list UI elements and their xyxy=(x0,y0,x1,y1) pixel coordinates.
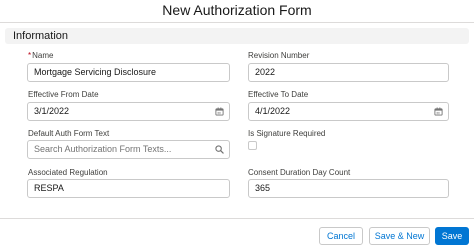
default-auth-form-text-label: Default Auth Form Text xyxy=(28,129,110,138)
associated-regulation-field[interactable]: RESPA xyxy=(27,179,230,198)
calendar-icon[interactable] xyxy=(434,107,443,116)
effective-from-date-field[interactable]: 3/1/2022 xyxy=(27,102,230,121)
effective-from-date-label: Effective From Date xyxy=(28,90,99,99)
effective-to-date-field[interactable]: 4/1/2022 xyxy=(248,102,449,121)
modal-body: Information *Name Mortgage Servicing Dis… xyxy=(0,22,474,219)
is-signature-required-label: Is Signature Required xyxy=(248,129,326,138)
is-signature-required-checkbox[interactable] xyxy=(248,141,257,150)
effective-to-date-label: Effective To Date xyxy=(248,90,309,99)
authorization-form-modal: New Authorization Form Information *Name… xyxy=(0,0,474,249)
cancel-button[interactable]: Cancel xyxy=(319,227,363,245)
consent-duration-day-count-field[interactable]: 365 xyxy=(248,179,449,198)
required-marker: * xyxy=(28,51,32,60)
consent-duration-day-count-label: Consent Duration Day Count xyxy=(248,168,351,177)
modal-footer: Cancel Save & New Save xyxy=(0,218,474,249)
associated-regulation-label: Associated Regulation xyxy=(28,168,108,177)
revision-number-label: Revision Number xyxy=(248,51,310,60)
save-button[interactable]: Save xyxy=(435,227,469,245)
search-icon xyxy=(215,145,224,154)
revision-number-field[interactable]: 2022 xyxy=(248,63,449,82)
default-auth-form-text-search[interactable]: Search Authorization Form Texts... xyxy=(27,140,230,159)
section-header-information[interactable]: Information xyxy=(5,28,469,44)
save-and-new-button[interactable]: Save & New xyxy=(369,227,430,245)
section-title: Information xyxy=(13,30,69,42)
name-label: *Name xyxy=(28,51,54,60)
name-field[interactable]: Mortgage Servicing Disclosure xyxy=(27,63,230,82)
modal-title: New Authorization Form xyxy=(162,2,312,18)
calendar-icon[interactable] xyxy=(215,107,224,116)
